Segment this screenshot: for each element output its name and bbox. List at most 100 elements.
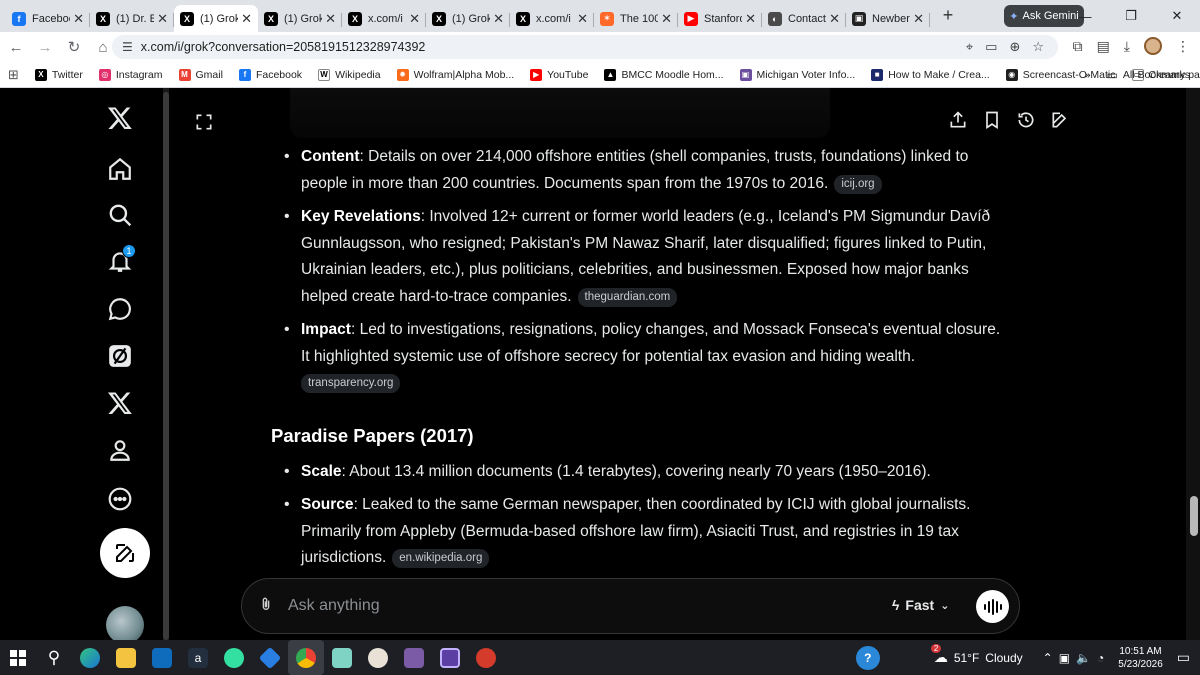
apps-grid-icon[interactable]: ⊞ (0, 67, 27, 83)
bookmark-item[interactable]: ✹ Wolfram|Alpha Mob... (389, 68, 523, 81)
ask-input[interactable] (288, 597, 848, 615)
minimize-icon[interactable]: — (1062, 0, 1108, 32)
explore-search-icon[interactable] (100, 195, 140, 235)
new-tab-button[interactable]: + (934, 1, 962, 29)
wifi-icon[interactable]: ◔ (1097, 651, 1104, 665)
source-chip[interactable]: transparency.org (301, 374, 401, 393)
tray-chevron-icon[interactable]: ⌃ (1043, 651, 1053, 665)
bookmark-item[interactable]: ▣ Michigan Voter Info... (732, 68, 864, 81)
source-chip[interactable]: theguardian.com (577, 287, 678, 307)
windows-start-icon[interactable] (0, 640, 36, 675)
voice-mode-button[interactable] (976, 590, 1009, 623)
new-chat-icon[interactable] (1050, 110, 1070, 130)
more-bookmarks-icon[interactable]: » (1085, 69, 1091, 81)
amazon-icon[interactable]: a (180, 640, 216, 675)
help-icon[interactable]: ? (855, 645, 880, 670)
menu-kebab-icon[interactable]: ⋮ (1176, 38, 1190, 55)
browser-tab[interactable]: ▶ Stanford ✕ (678, 5, 762, 32)
tab-close-icon[interactable]: ✕ (493, 11, 504, 27)
media-app-icon[interactable] (396, 640, 432, 675)
tab-close-icon[interactable]: ✕ (409, 11, 420, 27)
bookmark-item[interactable]: ▲ BMCC Moodle Hom... (596, 68, 731, 81)
browser-tab[interactable]: ✶ The 100 ✕ (594, 5, 678, 32)
tab-close-icon[interactable]: ✕ (73, 11, 84, 27)
back-icon[interactable]: ← (3, 34, 29, 60)
browser-tab[interactable]: Xx.com/i ✕ (510, 5, 594, 32)
site-info-icon[interactable]: ☰ (122, 40, 133, 54)
notifications-bell-icon[interactable]: 1 (100, 241, 140, 281)
browser-tab[interactable]: X (1) Dr. E ✕ (90, 5, 174, 32)
grok-icon[interactable] (100, 336, 140, 376)
browser-tab[interactable]: ▣ Newber ✕ (846, 5, 930, 32)
notes-app-icon[interactable] (324, 640, 360, 675)
compose-post-button[interactable] (100, 528, 150, 578)
history-icon[interactable] (1016, 110, 1036, 130)
chrome-icon[interactable] (288, 640, 324, 675)
browser-tab[interactable]: f Facebook✕ (6, 5, 90, 32)
more-options-icon[interactable] (100, 479, 140, 519)
x-logo-icon[interactable] (100, 98, 140, 138)
bookmark-item[interactable]: X Twitter (27, 68, 91, 81)
messages-icon[interactable] (100, 289, 140, 329)
bookmark-item[interactable]: W Wikipedia (310, 68, 389, 81)
profile-icon[interactable] (100, 430, 140, 470)
meet-now-icon[interactable]: ▣ (1059, 651, 1070, 665)
browser-tab[interactable]: Xx.com/i ✕ (342, 5, 426, 32)
extensions-icon[interactable]: ⧉ (1073, 38, 1083, 55)
outlook-icon[interactable] (144, 640, 180, 675)
bookmark-item[interactable]: f Facebook (231, 68, 310, 81)
file-explorer-icon[interactable] (108, 640, 144, 675)
restore-icon[interactable]: ❐ (1108, 0, 1154, 32)
clock[interactable]: 10:51 AM 5/23/2026 (1118, 645, 1163, 671)
tv-app-icon[interactable] (432, 640, 468, 675)
notification-center-icon[interactable]: ▭ (1177, 649, 1190, 666)
browser-tab[interactable]: X (1) Grok ✕ (426, 5, 510, 32)
reading-list-icon[interactable]: ▤ (1097, 38, 1110, 55)
omnibox[interactable]: ☰ x.com/i/grok?conversation=205819151232… (112, 35, 1058, 59)
tab-close-icon[interactable]: ✕ (913, 11, 924, 27)
model-mode-selector[interactable]: ϟ Fast ⌄ (892, 597, 949, 613)
game-app-icon[interactable] (360, 640, 396, 675)
share-icon[interactable] (948, 110, 968, 130)
account-avatar[interactable] (106, 606, 144, 640)
search-icon[interactable]: ⚲ (36, 640, 72, 675)
tab-close-icon[interactable]: ✕ (241, 11, 252, 27)
volume-icon[interactable]: 🔈 (1076, 651, 1091, 665)
tripadvisor-icon[interactable] (216, 640, 252, 675)
nav-scrollbar-thumb[interactable] (163, 92, 169, 640)
mario-app-icon[interactable] (468, 640, 504, 675)
bookmark-icon[interactable] (982, 110, 1002, 130)
bookmark-item[interactable]: M Gmail (171, 68, 231, 81)
source-chip[interactable]: en.wikipedia.org (392, 549, 490, 568)
tab-close-icon[interactable]: ✕ (157, 11, 168, 27)
tab-close-icon[interactable]: ✕ (577, 11, 588, 27)
browser-tab[interactable]: X (1) Grok ✕ (174, 5, 258, 32)
edge-icon[interactable] (72, 640, 108, 675)
close-window-icon[interactable]: ✕ (1154, 0, 1200, 32)
bookmark-star-icon[interactable]: ☆ (1032, 39, 1044, 55)
zoom-icon[interactable]: ⊕ (1009, 39, 1020, 55)
store-app-icon[interactable] (252, 640, 288, 675)
bookmark-item[interactable]: ■ How to Make / Crea... (863, 68, 998, 81)
bookmark-item[interactable]: ▶ YouTube (522, 68, 596, 81)
location-icon[interactable]: ⌖ (966, 39, 973, 55)
profile-avatar[interactable] (1144, 37, 1162, 55)
forward-icon[interactable]: → (32, 34, 58, 60)
weather-icon[interactable]: ☁ 2 (930, 644, 948, 666)
tab-close-icon[interactable]: ✕ (661, 11, 672, 27)
downloads-icon[interactable]: ⤓ (1124, 38, 1130, 55)
tab-close-icon[interactable]: ✕ (745, 11, 756, 27)
home-nav-icon[interactable] (100, 149, 140, 189)
all-bookmarks-button[interactable]: ▭ All Bookmarks (1107, 68, 1190, 82)
browser-tab[interactable]: ◐ Contact ✕ (762, 5, 846, 32)
tab-close-icon[interactable]: ✕ (829, 11, 840, 27)
tab-close-icon[interactable]: ✕ (325, 11, 336, 27)
premium-x-icon[interactable] (100, 383, 140, 423)
reload-icon[interactable]: ↻ (61, 34, 87, 60)
page-scrollbar-thumb[interactable] (1190, 496, 1198, 536)
browser-tab[interactable]: X (1) Grok ✕ (258, 5, 342, 32)
attach-paperclip-icon[interactable] (258, 595, 274, 618)
cast-icon[interactable]: ▭ (985, 39, 997, 55)
source-chip[interactable]: icij.org (834, 174, 882, 194)
bookmark-item[interactable]: ◎ Instagram (91, 68, 171, 81)
